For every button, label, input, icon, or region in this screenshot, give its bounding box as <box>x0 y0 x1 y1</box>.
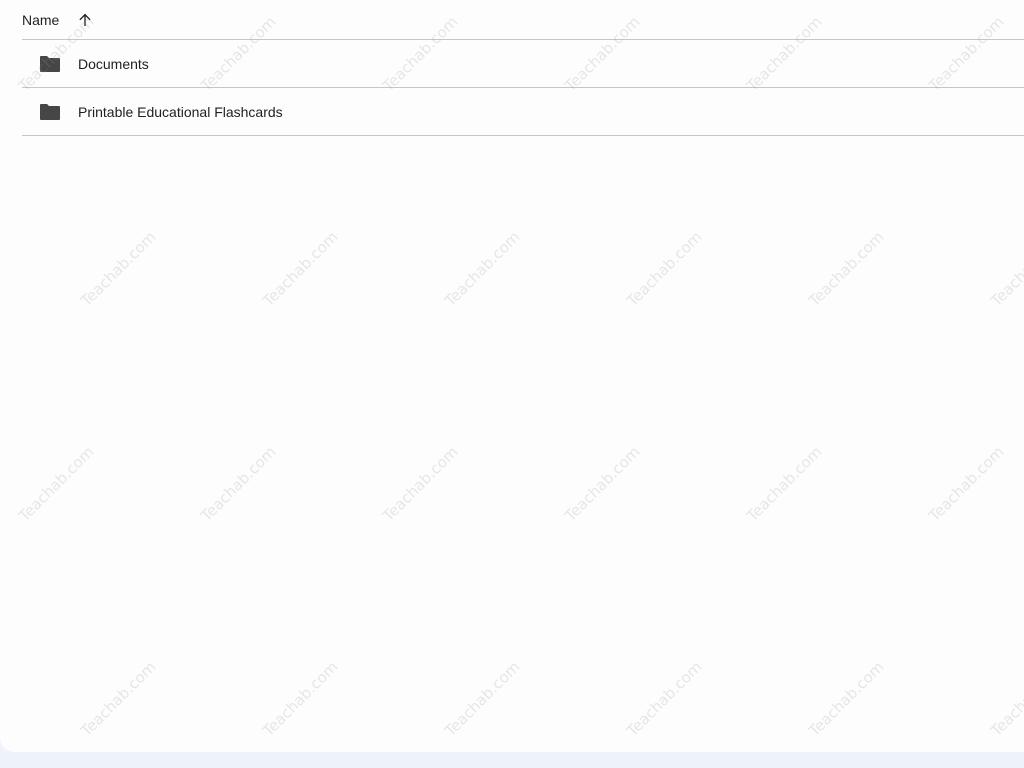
file-list: Documents Printable Educational Flashcar… <box>22 40 1024 136</box>
arrow-up-icon <box>79 13 91 26</box>
folder-icon <box>38 100 62 124</box>
sort-button[interactable] <box>73 8 97 32</box>
list-header: Name <box>22 0 1024 40</box>
file-browser-panel: Name Documents Printable Educational Fla… <box>0 0 1024 752</box>
file-name: Printable Educational Flashcards <box>78 103 283 120</box>
file-name: Documents <box>78 55 149 72</box>
name-column-header[interactable]: Name <box>22 12 59 28</box>
list-item[interactable]: Printable Educational Flashcards <box>22 88 1024 136</box>
folder-icon <box>38 52 62 76</box>
list-item[interactable]: Documents <box>22 40 1024 88</box>
